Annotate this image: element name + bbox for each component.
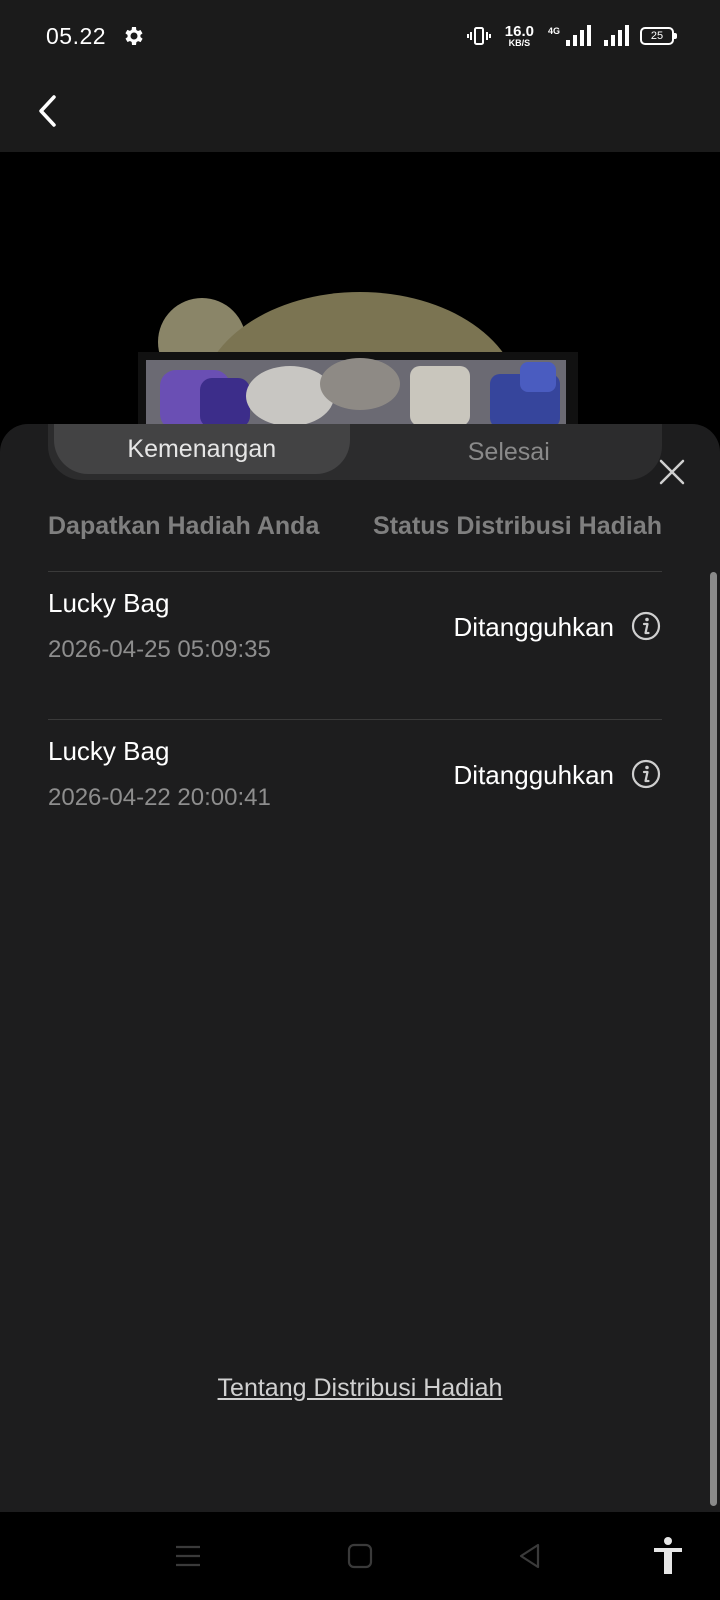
prize-title: Lucky Bag xyxy=(48,736,170,766)
status-time: 05.22 xyxy=(46,22,107,49)
back-arrow-icon xyxy=(39,95,56,127)
prize-date: 2026-04-22 20:00:41 xyxy=(48,784,271,811)
net-speed: 16.0 KB/S xyxy=(505,24,534,48)
home-icon xyxy=(347,1543,373,1569)
prize-status: Ditangguhkan xyxy=(453,612,614,642)
tab-kemenangan[interactable]: Kemenangan xyxy=(54,424,350,474)
prize-date: 2026-04-25 05:09:35 xyxy=(48,636,271,663)
top-nav xyxy=(0,72,720,152)
net-speed-value: 16.0 xyxy=(504,23,534,40)
signal-icon-1 xyxy=(566,25,591,46)
tab-selesai[interactable]: Selesai xyxy=(356,424,662,480)
close-icon xyxy=(659,459,685,485)
prize-sheet: Kemenangan Selesai Dapatkan Hadiah Anda … xyxy=(0,424,720,1512)
list-item: Lucky Bag 2026-04-25 05:09:35 Ditangguhk… xyxy=(48,572,662,702)
system-nav-bar xyxy=(0,1512,720,1600)
about-distribution-link[interactable]: Tentang Distribusi Hadiah xyxy=(0,1374,720,1403)
recents-button[interactable] xyxy=(168,1536,208,1576)
scrollbar[interactable] xyxy=(710,572,717,1506)
status-icons: 16.0 KB/S 4G 25 xyxy=(466,24,677,48)
info-icon[interactable] xyxy=(630,610,662,642)
banner-artwork xyxy=(0,152,720,432)
banner-image xyxy=(138,292,578,432)
signal-icon-2 xyxy=(604,25,629,46)
accessibility-button[interactable] xyxy=(648,1536,688,1576)
battery-level: 25 xyxy=(650,30,664,42)
column-header-status: Status Distribusi Hadiah xyxy=(373,512,662,540)
back-nav-button[interactable] xyxy=(510,1536,550,1576)
column-headers: Dapatkan Hadiah Anda Status Distribusi H… xyxy=(48,512,662,541)
net-speed-unit: KB/S xyxy=(508,38,531,48)
vibrate-icon xyxy=(466,27,491,45)
network-type: 4G xyxy=(547,26,560,36)
status-bar: 05.22 16.0 KB/S 4G 25 xyxy=(0,0,720,72)
battery-icon: 25 xyxy=(640,27,677,45)
list-item: Lucky Bag 2026-04-22 20:00:41 Ditangguhk… xyxy=(48,720,662,850)
screen: 05.22 16.0 KB/S 4G 25 Kemenangan Selesai… xyxy=(0,0,720,1600)
menu-icon xyxy=(176,1545,200,1567)
home-button[interactable] xyxy=(340,1536,380,1576)
column-header-prize: Dapatkan Hadiah Anda xyxy=(48,512,320,540)
info-icon[interactable] xyxy=(630,758,662,790)
close-button[interactable] xyxy=(652,452,692,492)
tab-bar: Kemenangan Selesai xyxy=(48,424,662,480)
accessibility-icon xyxy=(654,1537,682,1574)
triangle-back-icon xyxy=(519,1543,540,1569)
prize-title: Lucky Bag xyxy=(48,588,170,618)
gear-icon xyxy=(125,27,143,45)
prize-status: Ditangguhkan xyxy=(453,760,614,790)
back-button[interactable] xyxy=(24,86,74,136)
